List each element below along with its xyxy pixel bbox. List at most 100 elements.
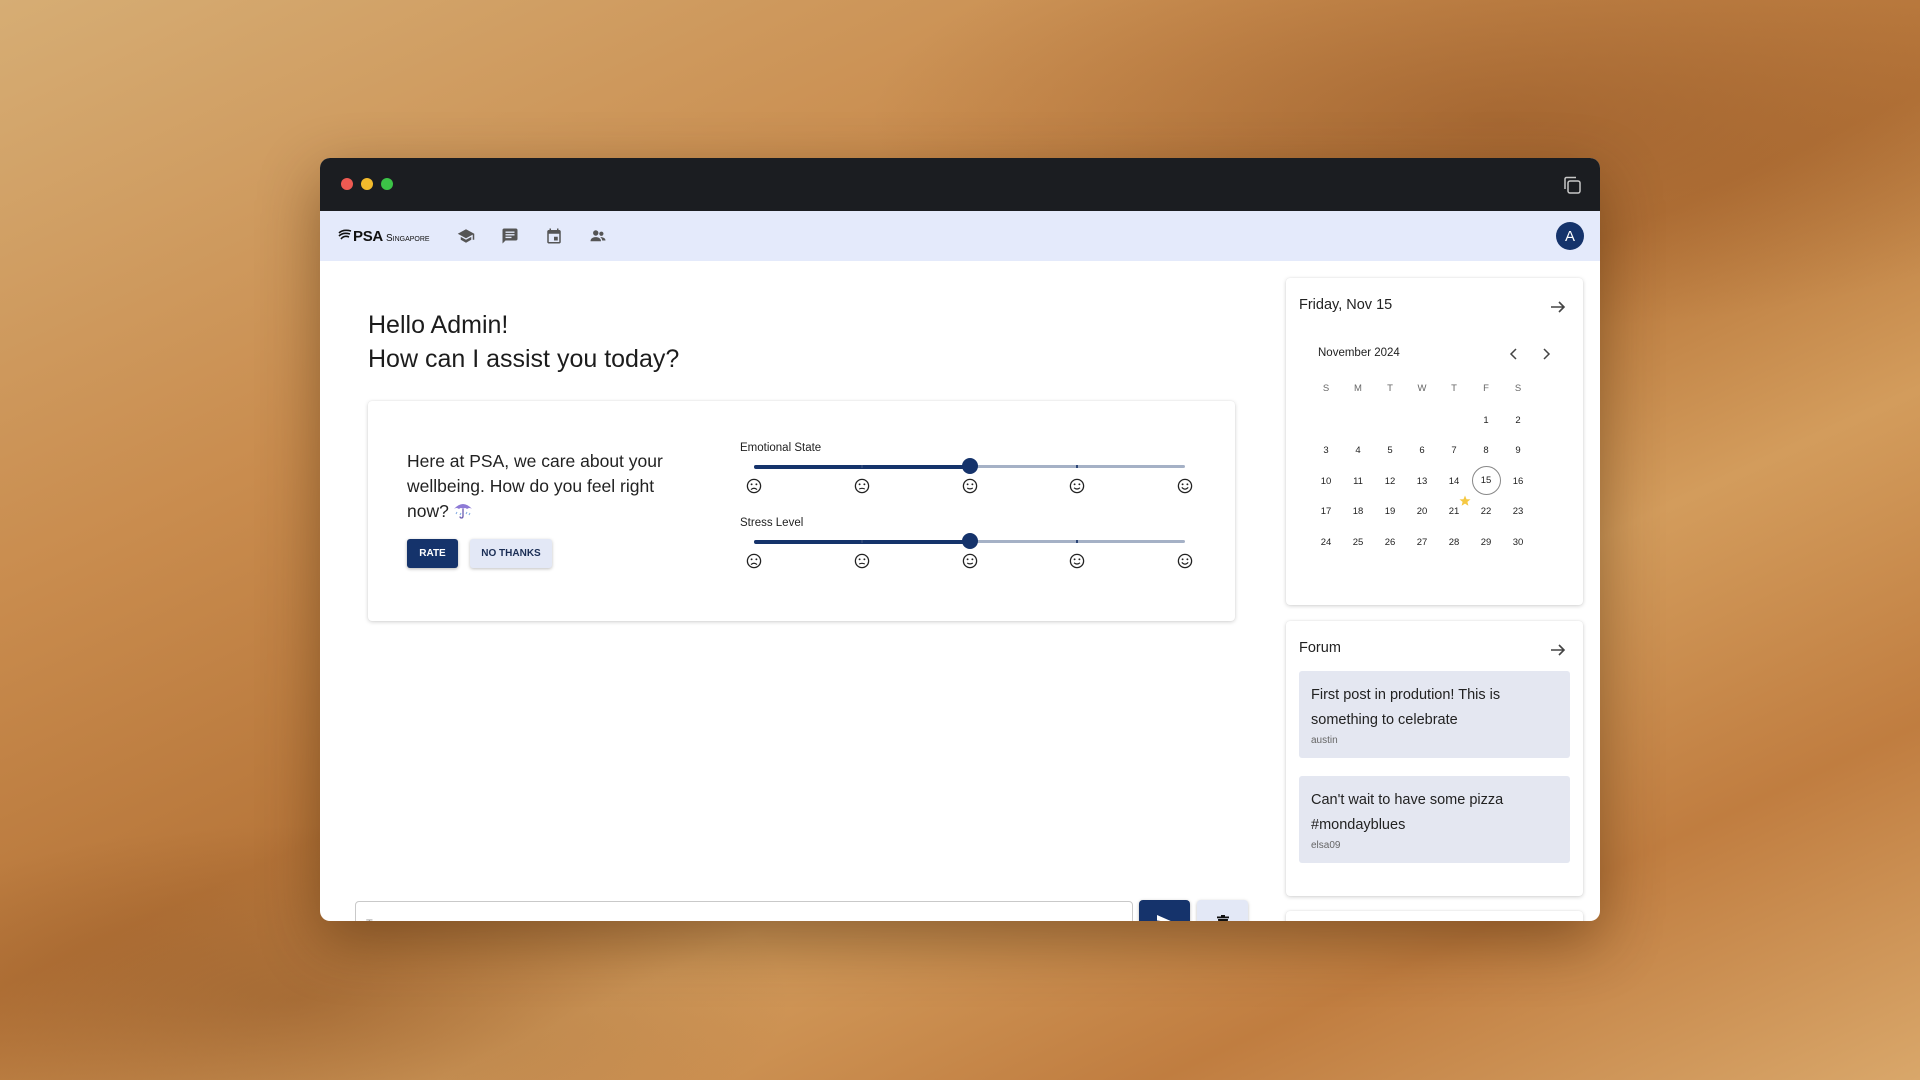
calendar-day[interactable]: 7 [1438, 436, 1470, 466]
slider-tick [860, 540, 863, 543]
calendar-day[interactable]: 2 [1502, 405, 1534, 435]
greeting: Hello Admin! How can I assist you today? [368, 308, 679, 376]
calendar-day[interactable]: 8 [1470, 436, 1502, 466]
forum-card: Forum First post in prodution! This is s… [1286, 621, 1583, 896]
happy-face-icon [1069, 478, 1085, 494]
calendar-day[interactable]: 3 [1310, 436, 1342, 466]
calendar-day[interactable]: 23 [1502, 497, 1534, 527]
calendar-day[interactable]: 13 [1406, 466, 1438, 496]
weekday-label: W [1417, 382, 1427, 394]
trash-icon [1216, 914, 1229, 921]
slider-label: Stress Level [740, 517, 804, 529]
neutral-face-icon [962, 478, 978, 494]
chat-icon [502, 228, 518, 244]
slider-tick [860, 465, 863, 468]
calendar-card: Friday, Nov 15 November 2024 SMTWTFS1234… [1286, 278, 1583, 605]
emotional-state-slider: Emotional State [740, 442, 1193, 502]
nav-learning[interactable] [444, 216, 488, 256]
slider-tick [1076, 465, 1079, 468]
close-window-button[interactable] [341, 178, 353, 190]
stress-level-slider: Stress Level [740, 517, 1193, 577]
calendar-icon [546, 228, 561, 244]
slider-tick [1076, 540, 1079, 543]
calendar-day[interactable]: 26 [1374, 527, 1406, 557]
very-sad-face-icon [746, 478, 762, 494]
forum-post[interactable]: First post in prodution! This is somethi… [1299, 671, 1570, 758]
nav-people[interactable] [576, 216, 620, 256]
calendar-day[interactable]: 17 [1310, 497, 1342, 527]
minimize-window-button[interactable] [361, 178, 373, 190]
copy-window-icon[interactable] [1562, 175, 1582, 195]
very-sad-face-icon [746, 553, 762, 569]
calendar-day[interactable]: 20 [1406, 497, 1438, 527]
sad-face-icon [854, 478, 870, 494]
calendar-day[interactable]: 16 [1502, 466, 1534, 496]
calendar-day[interactable]: 27 [1406, 527, 1438, 557]
app-window: PSA Singapore A Hello Admin! How can I a… [320, 158, 1600, 921]
calendar-day[interactable]: 28 [1438, 527, 1470, 557]
maximize-window-button[interactable] [381, 178, 393, 190]
no-thanks-button[interactable]: NO THANKS [470, 539, 552, 568]
arrow-right-icon[interactable] [1549, 641, 1567, 659]
psa-logo[interactable]: PSA Singapore [338, 228, 430, 245]
happy-face-icon [1069, 553, 1085, 569]
greeting-line-1: Hello Admin! [368, 311, 509, 339]
calendar-day[interactable]: 12 [1374, 466, 1406, 496]
calendar-day[interactable]: 6 [1406, 436, 1438, 466]
app-bar: PSA Singapore A [320, 211, 1600, 261]
arrow-right-icon[interactable] [1549, 298, 1567, 316]
next-widget-card [1286, 911, 1583, 921]
very-happy-face-icon [1177, 478, 1193, 494]
chat-message-input[interactable] [355, 901, 1133, 921]
calendar-day[interactable]: 5 [1374, 436, 1406, 466]
graduation-cap-icon [457, 229, 474, 243]
slider-label: Emotional State [740, 442, 822, 454]
calendar-day[interactable]: 1 [1470, 405, 1502, 435]
nav-chat[interactable] [488, 216, 532, 256]
chevron-left-icon[interactable] [1506, 346, 1522, 362]
calendar-day[interactable]: 30 [1502, 527, 1534, 557]
umbrella-icon [453, 504, 472, 519]
calendar-day[interactable]: 22 [1470, 497, 1502, 527]
rate-button[interactable]: RATE [407, 539, 458, 568]
send-button[interactable] [1139, 900, 1190, 921]
people-icon [590, 230, 606, 242]
calendar-day[interactable]: 11 [1342, 466, 1374, 496]
forum-post-author: austin [1311, 735, 1338, 746]
calendar-day[interactable]: 18 [1342, 497, 1374, 527]
nav-calendar[interactable] [532, 216, 576, 256]
calendar-day[interactable]: 25 [1342, 527, 1374, 557]
calendar-day[interactable]: 10 [1310, 466, 1342, 496]
calendar-day-today[interactable]: 15 [1471, 466, 1501, 495]
sad-face-icon [854, 553, 870, 569]
user-avatar[interactable]: A [1556, 222, 1584, 250]
calendar-day[interactable]: 24 [1310, 527, 1342, 557]
weekday-label: S [1514, 382, 1522, 394]
forum-post-text: Can't wait to have some pizza #mondayblu… [1311, 792, 1504, 833]
calendar-day[interactable]: 4 [1342, 436, 1374, 466]
slider-thumb[interactable] [961, 533, 978, 549]
window-titlebar [320, 158, 1600, 211]
chevron-right-icon[interactable] [1538, 346, 1554, 362]
slider-thumb[interactable] [961, 458, 978, 474]
calendar-day[interactable]: 14 [1438, 466, 1470, 496]
logo-mark: PSA [353, 227, 383, 245]
weekday-label: T [1451, 382, 1457, 394]
calendar-date-title: Friday, Nov 15 [1299, 297, 1393, 313]
weekday-label: T [1387, 382, 1393, 394]
psa-wave-icon [338, 229, 352, 240]
logo-subtitle: Singapore [385, 232, 430, 244]
calendar-day[interactable]: 29 [1470, 527, 1502, 557]
forum-post-author: elsa09 [1311, 840, 1341, 851]
weekday-label: M [1354, 382, 1362, 394]
calendar-day[interactable]: 19 [1374, 497, 1406, 527]
send-icon [1156, 915, 1171, 921]
main-content: Hello Admin! How can I assist you today?… [320, 261, 1600, 921]
wellbeing-card: Here at PSA, we care about your wellbein… [368, 401, 1235, 621]
clear-chat-button[interactable] [1197, 900, 1248, 921]
calendar-day[interactable]: 9 [1502, 436, 1534, 466]
forum-post-text: First post in prodution! This is somethi… [1311, 687, 1501, 728]
wellbeing-prompt: Here at PSA, we care about your wellbein… [407, 449, 677, 524]
forum-post[interactable]: Can't wait to have some pizza #mondayblu… [1299, 776, 1570, 863]
greeting-line-2: How can I assist you today? [368, 345, 680, 373]
